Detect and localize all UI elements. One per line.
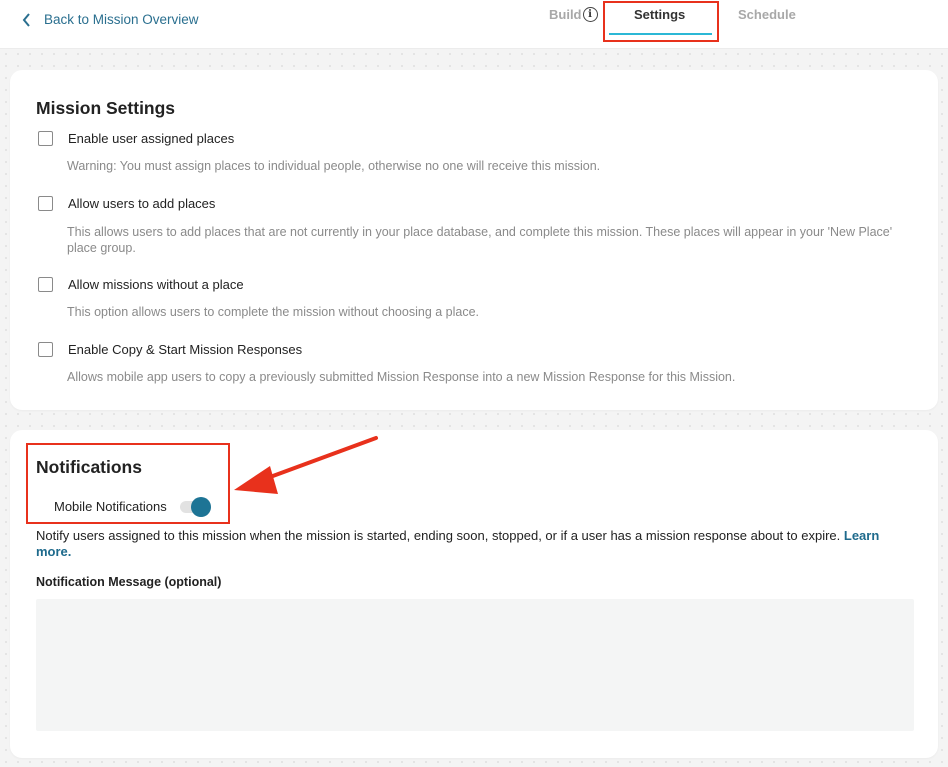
tab-build[interactable]: Build i xyxy=(549,7,598,22)
missions-without-place-checkbox[interactable] xyxy=(38,277,53,292)
option-description: This allows users to add places that are… xyxy=(67,225,893,255)
notification-description: Notify users assigned to this mission wh… xyxy=(36,528,916,559)
option-description: Warning: You must assign places to indiv… xyxy=(67,159,601,173)
option-label: Allow missions without a place xyxy=(68,277,244,292)
top-bar: Back to Mission Overview Build i Setting… xyxy=(0,0,948,49)
info-icon[interactable]: i xyxy=(582,7,598,22)
annotation-box-settings-tab xyxy=(603,1,719,42)
tab-schedule-label: Schedule xyxy=(738,7,796,22)
notification-message-label: Notification Message (optional) xyxy=(36,575,222,589)
tab-build-label: Build xyxy=(549,7,582,22)
back-link-label: Back to Mission Overview xyxy=(44,12,199,27)
user-assigned-places-checkbox[interactable] xyxy=(38,131,53,146)
option-label: Enable user assigned places xyxy=(68,131,235,146)
allow-add-places-checkbox[interactable] xyxy=(38,196,53,211)
chevron-left-icon xyxy=(22,12,30,27)
option-label: Allow users to add places xyxy=(68,196,216,211)
option-description: This option allows users to complete the… xyxy=(67,305,480,319)
mission-settings-title: Mission Settings xyxy=(36,98,176,118)
notification-message-input[interactable] xyxy=(36,599,914,731)
copy-start-responses-checkbox[interactable] xyxy=(38,342,53,357)
back-to-overview-link[interactable]: Back to Mission Overview xyxy=(22,12,199,27)
option-label: Enable Copy & Start Mission Responses xyxy=(68,342,303,357)
tab-schedule[interactable]: Schedule xyxy=(738,7,796,22)
option-description: Allows mobile app users to copy a previo… xyxy=(67,370,736,384)
mission-settings-card: Mission Settings Enable user assigned pl… xyxy=(10,70,938,410)
annotation-box-notifications xyxy=(26,443,230,524)
notification-description-text: Notify users assigned to this mission wh… xyxy=(36,528,841,543)
